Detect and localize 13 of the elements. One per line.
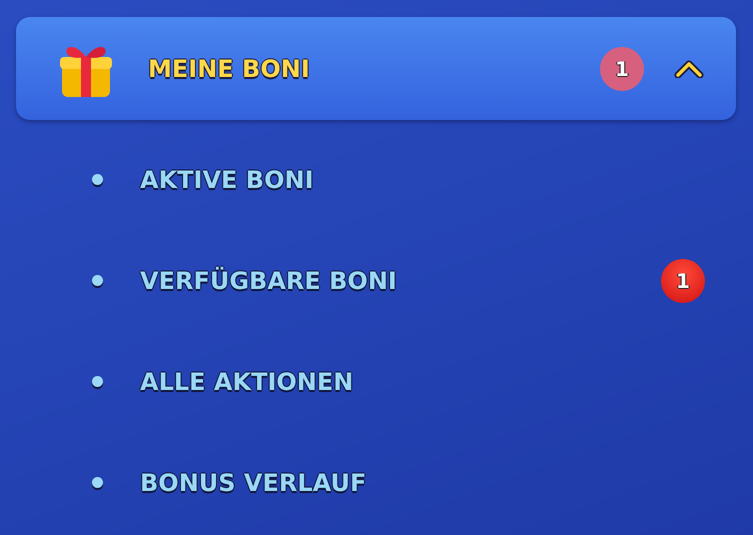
bullet-dot xyxy=(92,376,103,387)
bullet-dot xyxy=(92,174,103,185)
menu-item[interactable]: ALLE AKTIONEN xyxy=(140,368,354,396)
bullet-dot xyxy=(92,275,103,286)
section-header[interactable]: MEINE BONI 1 xyxy=(16,17,736,120)
menu-item[interactable]: AKTIVE BONI xyxy=(140,166,314,194)
chevron-up-icon[interactable] xyxy=(674,60,704,78)
count-badge: 1 xyxy=(600,46,644,90)
section-title: MEINE BONI xyxy=(148,54,310,82)
menu-item[interactable]: VERFÜGBARE BONI xyxy=(140,266,397,294)
menu-item[interactable]: BONUS VERLAUF xyxy=(140,468,366,496)
count-badge: 1 xyxy=(661,258,705,302)
bullet-dot xyxy=(92,477,103,488)
